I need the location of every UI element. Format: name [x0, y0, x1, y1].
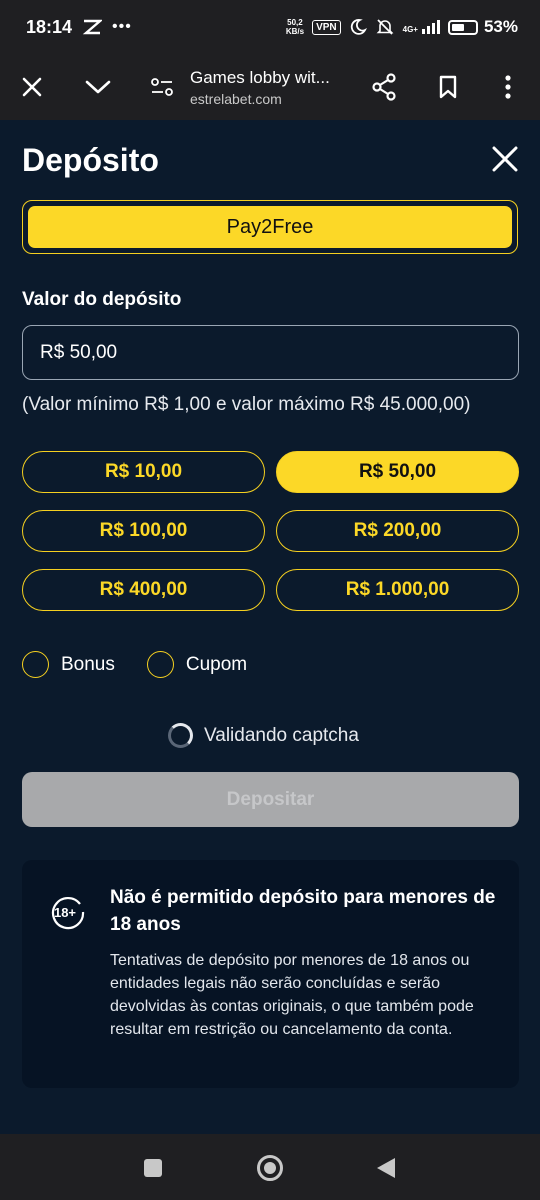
signal-icon: 4G+	[403, 20, 440, 34]
coupon-option[interactable]: Cupom	[146, 651, 248, 678]
deposit-submit-button[interactable]: Depositar	[22, 772, 519, 827]
loading-spinner-icon	[168, 723, 193, 748]
vpn-icon: VPN	[312, 19, 341, 35]
status-bar: 18:14 ••• 50,2 KB/s VPN 4G+ 53%	[0, 0, 540, 54]
bookmark-icon[interactable]	[430, 69, 466, 105]
share-icon[interactable]	[366, 69, 402, 105]
browser-toolbar: Games lobby wit... estrelabet.com	[0, 54, 540, 120]
coupon-radio[interactable]	[146, 651, 174, 678]
modal-title: Depósito	[22, 142, 159, 178]
home-icon[interactable]	[256, 1154, 284, 1187]
url-bar[interactable]: Games lobby wit... estrelabet.com	[190, 68, 350, 107]
quick-amount-100[interactable]: R$ 100,00	[22, 510, 265, 552]
captcha-status: Validando captcha	[168, 723, 359, 748]
deposit-modal: Depósito Pay2Free Valor do depósito (Val…	[0, 120, 540, 1134]
site-settings-icon[interactable]	[144, 69, 180, 105]
page-domain: estrelabet.com	[190, 90, 282, 107]
back-icon[interactable]	[375, 1156, 397, 1185]
more-notifications-icon: •••	[112, 18, 132, 35]
amount-input[interactable]	[22, 325, 519, 380]
app-notification-icon	[82, 19, 103, 35]
age-restriction-notice: 18+ Não é permitido depósito para menore…	[22, 860, 519, 1088]
quick-amount-400[interactable]: R$ 400,00	[22, 569, 265, 611]
quick-amount-1000[interactable]: R$ 1.000,00	[276, 569, 519, 611]
battery-indicator: 53%	[447, 17, 518, 37]
captcha-status-text: Validando captcha	[204, 724, 359, 746]
bonus-label: Bonus	[61, 653, 115, 675]
amount-limits-hint: (Valor mínimo R$ 1,00 e valor máximo R$ …	[22, 394, 471, 415]
svg-text:18+: 18+	[54, 905, 76, 920]
quick-amount-50[interactable]: R$ 50,00	[276, 451, 519, 493]
more-options-icon[interactable]	[490, 69, 526, 105]
close-modal-icon[interactable]	[490, 144, 520, 174]
do-not-disturb-moon-icon	[350, 19, 367, 35]
status-time: 18:14	[26, 16, 73, 37]
chevron-down-icon[interactable]	[80, 69, 116, 105]
close-tab-icon[interactable]	[14, 69, 50, 105]
notice-title: Não é permitido depósito para menores de…	[110, 887, 496, 935]
battery-icon	[447, 19, 478, 35]
bonus-option[interactable]: Bonus	[22, 651, 115, 678]
amount-label: Valor do depósito	[22, 289, 182, 310]
net-speed: 50,2 KB/s	[285, 18, 305, 36]
quick-amount-10[interactable]: R$ 10,00	[22, 451, 265, 493]
payment-method-selector: Pay2Free	[22, 200, 518, 254]
page-tab-title: Games lobby wit...	[190, 67, 330, 87]
system-navigation-bar	[0, 1134, 540, 1200]
silent-mode-icon	[376, 19, 394, 35]
bonus-options: Bonus Cupom	[22, 651, 247, 678]
pay2free-method-button[interactable]: Pay2Free	[28, 206, 512, 248]
notice-body: Tentativas de depósito por menores de 18…	[110, 952, 474, 1038]
quick-amount-200[interactable]: R$ 200,00	[276, 510, 519, 552]
quick-amounts: R$ 10,00 R$ 50,00 R$ 100,00 R$ 200,00 R$…	[22, 451, 519, 611]
bonus-radio[interactable]	[22, 651, 49, 678]
coupon-label: Cupom	[185, 653, 248, 675]
age-18-plus-icon: 18+	[51, 896, 85, 930]
recent-apps-icon[interactable]	[143, 1158, 163, 1183]
